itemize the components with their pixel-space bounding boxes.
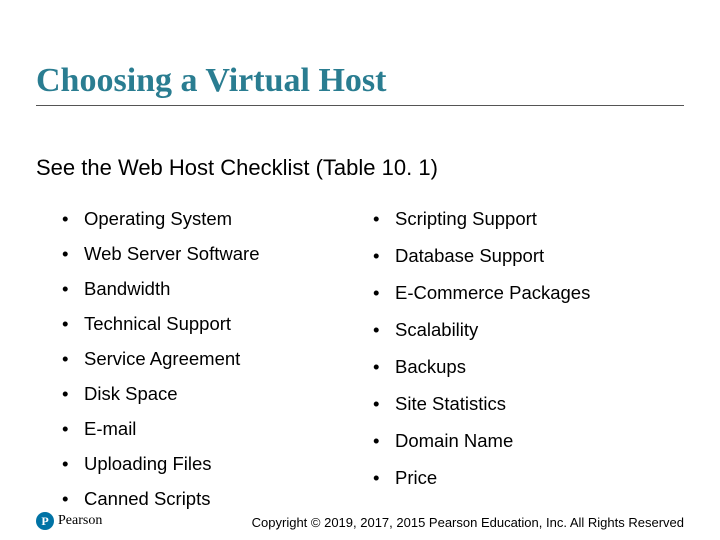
publisher-logo: P Pearson <box>36 512 102 530</box>
list-item: Backups <box>373 358 684 395</box>
title-underline <box>36 105 684 106</box>
list-item: E-Commerce Packages <box>373 284 684 321</box>
list-item: E-mail <box>62 420 373 455</box>
list-item: Bandwidth <box>62 280 373 315</box>
slide: Choosing a Virtual Host See the Web Host… <box>0 0 720 540</box>
right-column: Scripting Support Database Support E-Com… <box>373 210 684 525</box>
logo-text: Pearson <box>58 513 102 529</box>
list-item: Price <box>373 469 684 506</box>
logo-icon: P <box>36 512 54 530</box>
content-columns: Operating System Web Server Software Ban… <box>62 210 684 525</box>
list-item: Uploading Files <box>62 455 373 490</box>
list-item: Technical Support <box>62 315 373 350</box>
list-item: Scripting Support <box>373 210 684 247</box>
list-item: Domain Name <box>373 432 684 469</box>
slide-subtitle: See the Web Host Checklist (Table 10. 1) <box>36 155 438 181</box>
list-item: Service Agreement <box>62 350 373 385</box>
list-item: Site Statistics <box>373 395 684 432</box>
left-column: Operating System Web Server Software Ban… <box>62 210 373 525</box>
list-item: Operating System <box>62 210 373 245</box>
list-item: Scalability <box>373 321 684 358</box>
slide-title: Choosing a Virtual Host <box>36 62 386 100</box>
list-item: Web Server Software <box>62 245 373 280</box>
list-item: Disk Space <box>62 385 373 420</box>
copyright-footer: Copyright © 2019, 2017, 2015 Pearson Edu… <box>252 515 684 530</box>
list-item: Database Support <box>373 247 684 284</box>
